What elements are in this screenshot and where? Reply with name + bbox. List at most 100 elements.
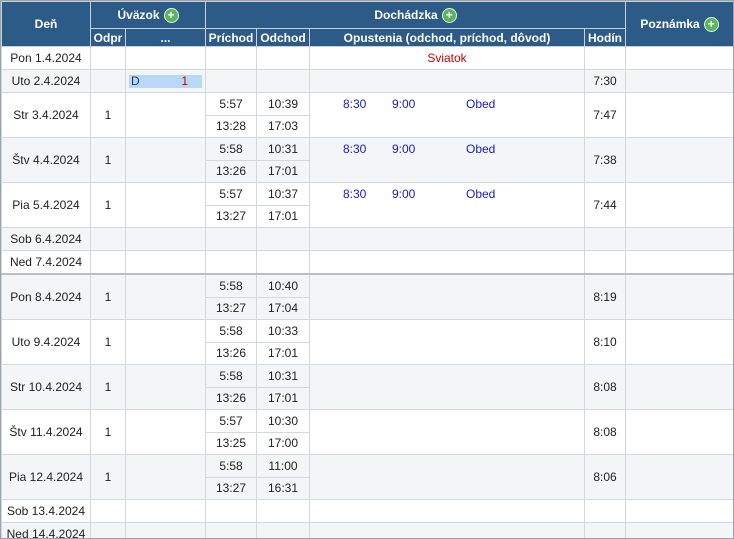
opustenia-cell[interactable] [309,250,585,275]
table-row[interactable]: Sob 13.4.2024 [1,499,733,523]
odchod-cell[interactable]: 10:40 17:04 [256,273,310,320]
prichod-cell[interactable]: 5:58 13:26 [205,137,257,183]
table-row[interactable]: Pia 5.4.2024 1 5:57 13:27 10:37 17:01 8:30 9:00… [1,182,733,228]
poznamka-cell[interactable] [625,69,733,93]
opustenia-cell[interactable] [309,319,585,365]
opustenia-cell[interactable] [309,69,585,93]
opustenia-cell[interactable] [309,273,585,320]
poznamka-cell[interactable] [625,227,733,251]
odpr-cell[interactable]: 1 [90,364,126,410]
uvazok-cell[interactable] [125,227,206,251]
odchod-cell[interactable]: 11:00 16:31 [256,454,310,500]
opustenia-cell[interactable] [309,499,585,523]
odchod-cell[interactable] [256,69,310,93]
poznamka-cell[interactable] [625,454,733,500]
odpr-cell[interactable]: 1 [90,92,126,138]
odchod-cell[interactable]: 10:31 17:01 [256,137,310,183]
opustenia-cell[interactable] [309,454,585,500]
opustenia-cell[interactable] [309,227,585,251]
prichod-cell[interactable] [205,250,257,275]
odpr-cell[interactable] [90,522,126,538]
prichod-cell[interactable]: 5:57 13:28 [205,92,257,138]
odchod-cell[interactable]: 10:31 17:01 [256,364,310,410]
exit-entry[interactable]: 8:30 9:00 Obed [311,139,584,161]
poznamka-cell[interactable] [625,137,733,183]
uvazok-cell[interactable] [125,499,206,523]
odchod-cell[interactable]: 10:39 17:03 [256,92,310,138]
table-row[interactable]: Str 10.4.2024 1 5:58 13:26 10:31 17:01 8:08 [1,364,733,410]
exit-entry[interactable]: 8:30 9:00 Obed [311,94,584,116]
poznamka-cell[interactable] [625,409,733,455]
odpr-cell[interactable]: 1 [90,273,126,320]
odchod-cell[interactable] [256,227,310,251]
prichod-cell[interactable] [205,69,257,93]
opustenia-cell[interactable]: Sviatok [309,46,585,70]
poznamka-cell[interactable] [625,499,733,523]
prichod-cell[interactable]: 5:57 13:27 [205,182,257,228]
uvazok-cell[interactable]: D1 [125,69,206,93]
table-row[interactable]: Uto 2.4.2024 D 1 7:30 [1,69,733,93]
prichod-cell[interactable]: 5:58 13:26 [205,364,257,410]
table-row[interactable]: Pon 1.4.2024 Sviatok [1,46,733,70]
uvazok-cell[interactable] [125,522,206,538]
prichod-cell[interactable]: 5:57 13:25 [205,409,257,455]
uvazok-cell[interactable] [125,182,206,228]
odpr-cell[interactable] [90,46,126,70]
prichod-cell[interactable] [205,46,257,70]
table-row[interactable]: Ned 7.4.2024 [1,250,733,275]
table-row[interactable]: Štv 11.4.2024 1 5:57 13:25 10:30 17:00 8:08 [1,409,733,455]
uvazok-cell[interactable] [125,364,206,410]
table-row[interactable]: Ned 14.4.2024 [1,522,733,538]
poznamka-cell[interactable] [625,92,733,138]
uvazok-cell[interactable] [125,92,206,138]
uvazok-cell[interactable] [125,250,206,275]
uvazok-cell[interactable] [125,273,206,320]
odpr-cell[interactable]: 1 [90,454,126,500]
poznamka-cell[interactable] [625,182,733,228]
odchod-cell[interactable] [256,250,310,275]
odpr-cell[interactable]: 1 [90,319,126,365]
odpr-cell[interactable] [90,499,126,523]
opustenia-cell[interactable] [309,364,585,410]
odpr-cell[interactable]: 1 [90,137,126,183]
opustenia-cell[interactable] [309,522,585,538]
table-row[interactable]: Štv 4.4.2024 1 5:58 13:26 10:31 17:01 8:30 9:00… [1,137,733,183]
opustenia-cell[interactable] [309,409,585,455]
table-row[interactable]: Pon 8.4.2024 1 5:58 13:27 10:40 17:04 8:19 [1,273,733,320]
odchod-cell[interactable] [256,522,310,538]
prichod-cell[interactable] [205,499,257,523]
uvazok-cell[interactable] [125,454,206,500]
odpr-cell[interactable] [90,69,126,93]
table-row[interactable]: Pia 12.4.2024 1 5:58 13:27 11:00 16:31 8:06 [1,454,733,500]
poznamka-cell[interactable] [625,364,733,410]
add-poznamka-plus-icon[interactable]: + [703,16,719,32]
odpr-cell[interactable] [90,250,126,275]
poznamka-cell[interactable] [625,319,733,365]
poznamka-cell[interactable] [625,46,733,70]
uvazok-cell[interactable] [125,319,206,365]
opustenia-cell[interactable]: 8:30 9:00 Obed [309,137,585,183]
odpr-cell[interactable] [90,227,126,251]
poznamka-cell[interactable] [625,273,733,320]
table-row[interactable]: Sob 6.4.2024 [1,227,733,251]
uvazok-entry[interactable]: D1 [129,74,202,88]
odchod-cell[interactable]: 10:33 17:01 [256,319,310,365]
uvazok-cell[interactable] [125,409,206,455]
prichod-cell[interactable]: 5:58 13:26 [205,319,257,365]
odchod-cell[interactable]: 10:37 17:01 [256,182,310,228]
table-row[interactable]: Str 3.4.2024 1 5:57 13:28 10:39 17:03 8:30 9:00… [1,92,733,138]
opustenia-cell[interactable]: 8:30 9:00 Obed [309,182,585,228]
exit-entry[interactable]: 8:30 9:00 Obed [311,184,584,206]
odchod-cell[interactable]: 10:30 17:00 [256,409,310,455]
odpr-cell[interactable]: 1 [90,182,126,228]
odpr-cell[interactable]: 1 [90,409,126,455]
odchod-cell[interactable] [256,499,310,523]
poznamka-cell[interactable] [625,250,733,275]
prichod-cell[interactable]: 5:58 13:27 [205,273,257,320]
add-uvazok-plus-icon[interactable]: + [163,7,179,23]
poznamka-cell[interactable] [625,522,733,538]
prichod-cell[interactable] [205,227,257,251]
uvazok-cell[interactable] [125,46,206,70]
uvazok-cell[interactable] [125,137,206,183]
prichod-cell[interactable]: 5:58 13:27 [205,454,257,500]
